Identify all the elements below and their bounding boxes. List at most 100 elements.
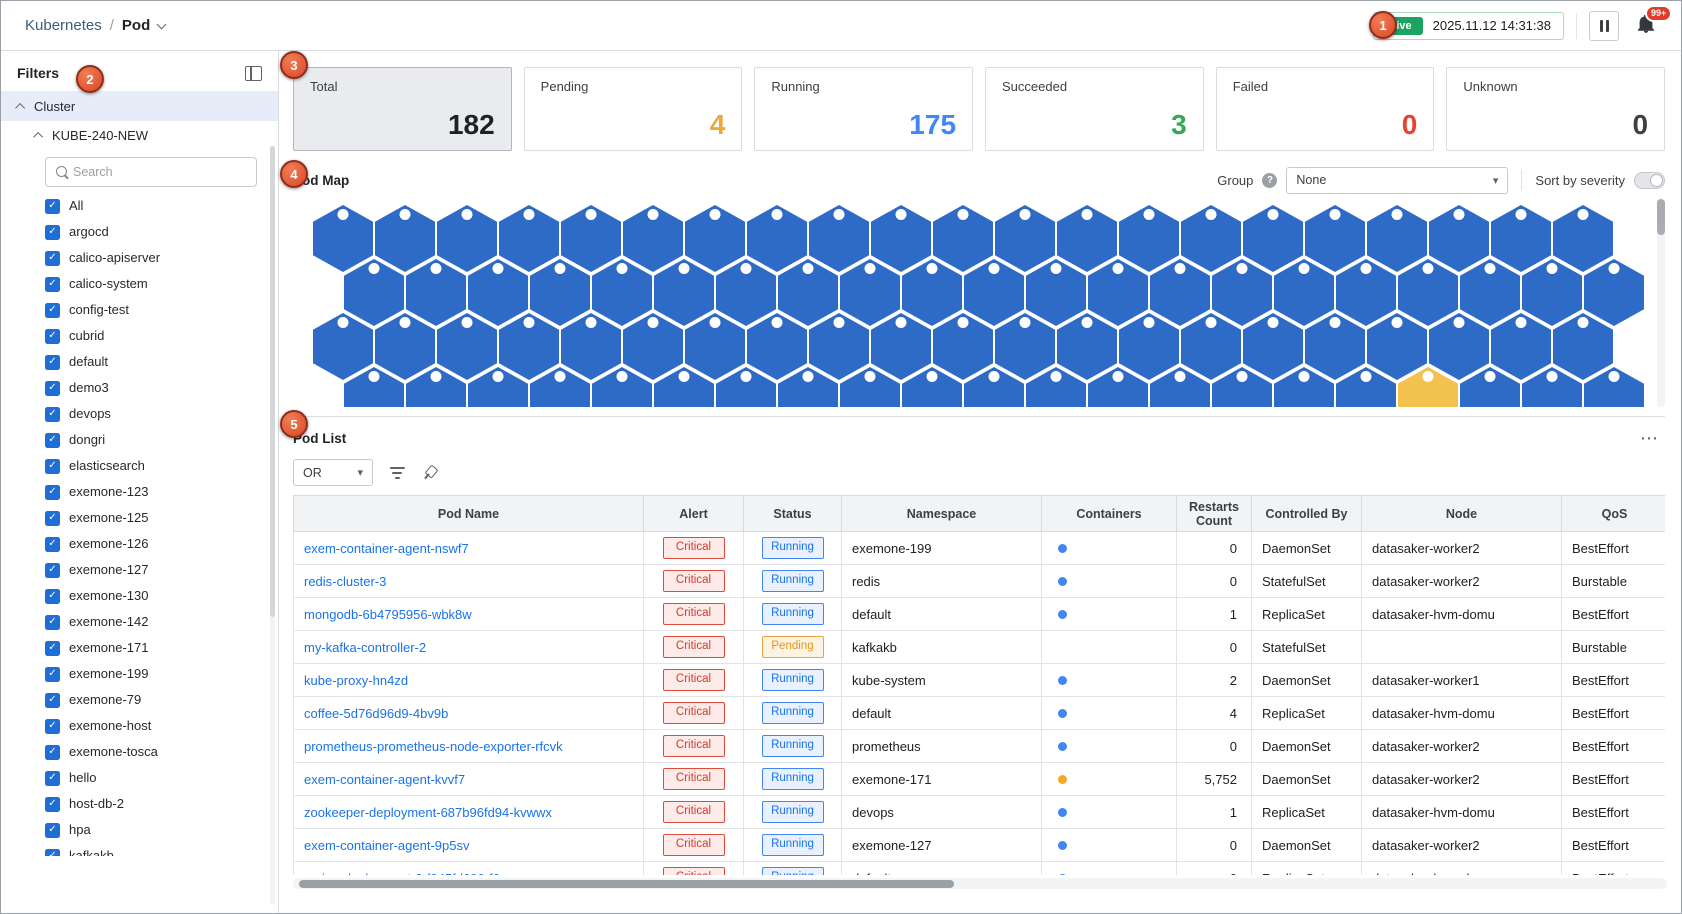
pod-hexagon[interactable] [1522,367,1582,407]
column-header[interactable]: Containers [1042,496,1177,532]
column-header[interactable]: Pod Name [294,496,644,532]
pod-hexagon[interactable] [1150,367,1210,407]
checkbox-checked-icon[interactable]: ✓ [45,745,60,760]
pod-hexagon[interactable] [654,367,714,407]
namespace-filter-item[interactable]: ✓ exemone-125 [1,505,278,531]
checkbox-checked-icon[interactable]: ✓ [45,719,60,734]
checkbox-checked-icon[interactable]: ✓ [45,277,60,292]
pin-icon[interactable] [418,461,442,485]
namespace-filter-item[interactable]: ✓ exemone-tosca [1,739,278,765]
namespace-filter-item[interactable]: ✓ kafkakb [1,843,278,856]
checkbox-checked-icon[interactable]: ✓ [45,693,60,708]
column-header[interactable]: Node [1362,496,1562,532]
column-header[interactable]: Restarts Count [1177,496,1252,532]
checkbox-checked-icon[interactable]: ✓ [45,381,60,396]
checkbox-checked-icon[interactable]: ✓ [45,199,60,214]
namespace-search[interactable] [45,157,257,187]
column-header[interactable]: QoS [1562,496,1666,532]
namespace-filter-item[interactable]: ✓ exemone-142 [1,609,278,635]
checkbox-checked-icon[interactable]: ✓ [45,537,60,552]
cluster-tree-item[interactable]: KUBE-240-NEW [1,121,278,149]
pod-hexagon[interactable] [964,367,1024,407]
status-summary-card[interactable]: Failed 0 [1216,67,1435,151]
pod-hexagon[interactable] [1460,367,1520,407]
namespace-filter-item[interactable]: ✓ exemone-127 [1,557,278,583]
pod-name-link[interactable]: spring-deployment-2-f945f-l696-f6wzv [304,871,522,876]
namespace-search-input[interactable] [73,165,233,179]
pod-hexagon[interactable] [1584,367,1644,407]
namespace-filter-item[interactable]: ✓ exemone-199 [1,661,278,687]
checkbox-checked-icon[interactable]: ✓ [45,251,60,266]
pod-hexagon[interactable] [716,367,776,407]
namespace-filter-item[interactable]: ✓ hello [1,765,278,791]
checkbox-checked-icon[interactable]: ✓ [45,511,60,526]
pod-map-scrollbar[interactable] [1657,199,1665,407]
status-summary-card[interactable]: Running 175 [754,67,973,151]
namespace-filter-item[interactable]: ✓ exemone-130 [1,583,278,609]
status-summary-card[interactable]: Total 182 [293,67,512,151]
namespace-filter-item[interactable]: ✓ exemone-171 [1,635,278,661]
pod-hexagon[interactable] [778,367,838,407]
pod-hexagon[interactable] [1398,367,1458,407]
namespace-filter-item[interactable]: ✓ calico-system [1,271,278,297]
notifications-button[interactable]: 99+ [1635,12,1657,40]
pod-hexagon[interactable] [468,367,528,407]
pod-hexagon[interactable] [840,367,900,407]
checkbox-checked-icon[interactable]: ✓ [45,641,60,656]
pod-hexagon[interactable] [1088,367,1148,407]
pod-name-link[interactable]: coffee-5d76d96d9-4bv9b [304,706,448,721]
status-summary-card[interactable]: Succeeded 3 [985,67,1204,151]
namespace-filter-item[interactable]: ✓ argocd [1,219,278,245]
pod-name-link[interactable]: my-kafka-controller-2 [304,640,426,655]
pod-name-link[interactable]: zookeeper-deployment-687b96fd94-kvwwx [304,805,552,820]
pod-hexagon[interactable] [902,367,962,407]
checkbox-checked-icon[interactable]: ✓ [45,459,60,474]
checkbox-checked-icon[interactable]: ✓ [45,771,60,786]
namespace-filter-item[interactable]: ✓ devops [1,401,278,427]
pod-hexagon[interactable] [1274,367,1334,407]
namespace-filter-item[interactable]: ✓ dongri [1,427,278,453]
pod-name-link[interactable]: redis-cluster-3 [304,574,386,589]
checkbox-checked-icon[interactable]: ✓ [45,485,60,500]
checkbox-checked-icon[interactable]: ✓ [45,225,60,240]
checkbox-checked-icon[interactable]: ✓ [45,667,60,682]
namespace-filter-item[interactable]: ✓ exemone-126 [1,531,278,557]
pod-hexagon[interactable] [592,367,652,407]
namespace-filter-item[interactable]: ✓ All [1,193,278,219]
checkbox-checked-icon[interactable]: ✓ [45,355,60,370]
namespace-filter-item[interactable]: ✓ exemone-79 [1,687,278,713]
namespace-filter-item[interactable]: ✓ config-test [1,297,278,323]
pod-hexagon[interactable] [1212,367,1272,407]
collapse-sidebar-icon[interactable] [245,66,262,81]
namespace-filter-item[interactable]: ✓ demo3 [1,375,278,401]
more-options-icon[interactable]: ⋯ [1640,428,1665,449]
breadcrumb-root[interactable]: Kubernetes [25,17,102,34]
sort-by-severity-toggle[interactable] [1634,172,1665,189]
checkbox-checked-icon[interactable]: ✓ [45,823,60,838]
column-header[interactable]: Status [744,496,842,532]
cluster-tree-group[interactable]: Cluster [1,91,278,121]
namespace-filter-item[interactable]: ✓ exemone-123 [1,479,278,505]
filter-icon[interactable] [389,467,405,479]
namespace-filter-item[interactable]: ✓ hpa [1,817,278,843]
pod-name-link[interactable]: exem-container-agent-nswf7 [304,541,469,556]
namespace-filter-item[interactable]: ✓ elasticsearch [1,453,278,479]
pod-name-link[interactable]: exem-container-agent-9p5sv [304,838,469,853]
live-time-range[interactable]: Live 2025.11.12 14:31:38 [1373,12,1564,40]
namespace-filter-item[interactable]: ✓ host-db-2 [1,791,278,817]
pod-hexagon[interactable] [1026,367,1086,407]
pod-hexagon[interactable] [406,367,466,407]
pod-hexagon[interactable] [344,367,404,407]
pod-name-link[interactable]: prometheus-prometheus-node-exporter-rfcv… [304,739,563,754]
checkbox-checked-icon[interactable]: ✓ [45,407,60,422]
pod-name-link[interactable]: kube-proxy-hn4zd [304,673,408,688]
checkbox-checked-icon[interactable]: ✓ [45,849,60,857]
checkbox-checked-icon[interactable]: ✓ [45,433,60,448]
checkbox-checked-icon[interactable]: ✓ [45,589,60,604]
namespace-filter-item[interactable]: ✓ cubrid [1,323,278,349]
pod-hexagon[interactable] [1336,367,1396,407]
column-header[interactable]: Alert [644,496,744,532]
status-summary-card[interactable]: Pending 4 [524,67,743,151]
checkbox-checked-icon[interactable]: ✓ [45,329,60,344]
column-header[interactable]: Controlled By [1252,496,1362,532]
